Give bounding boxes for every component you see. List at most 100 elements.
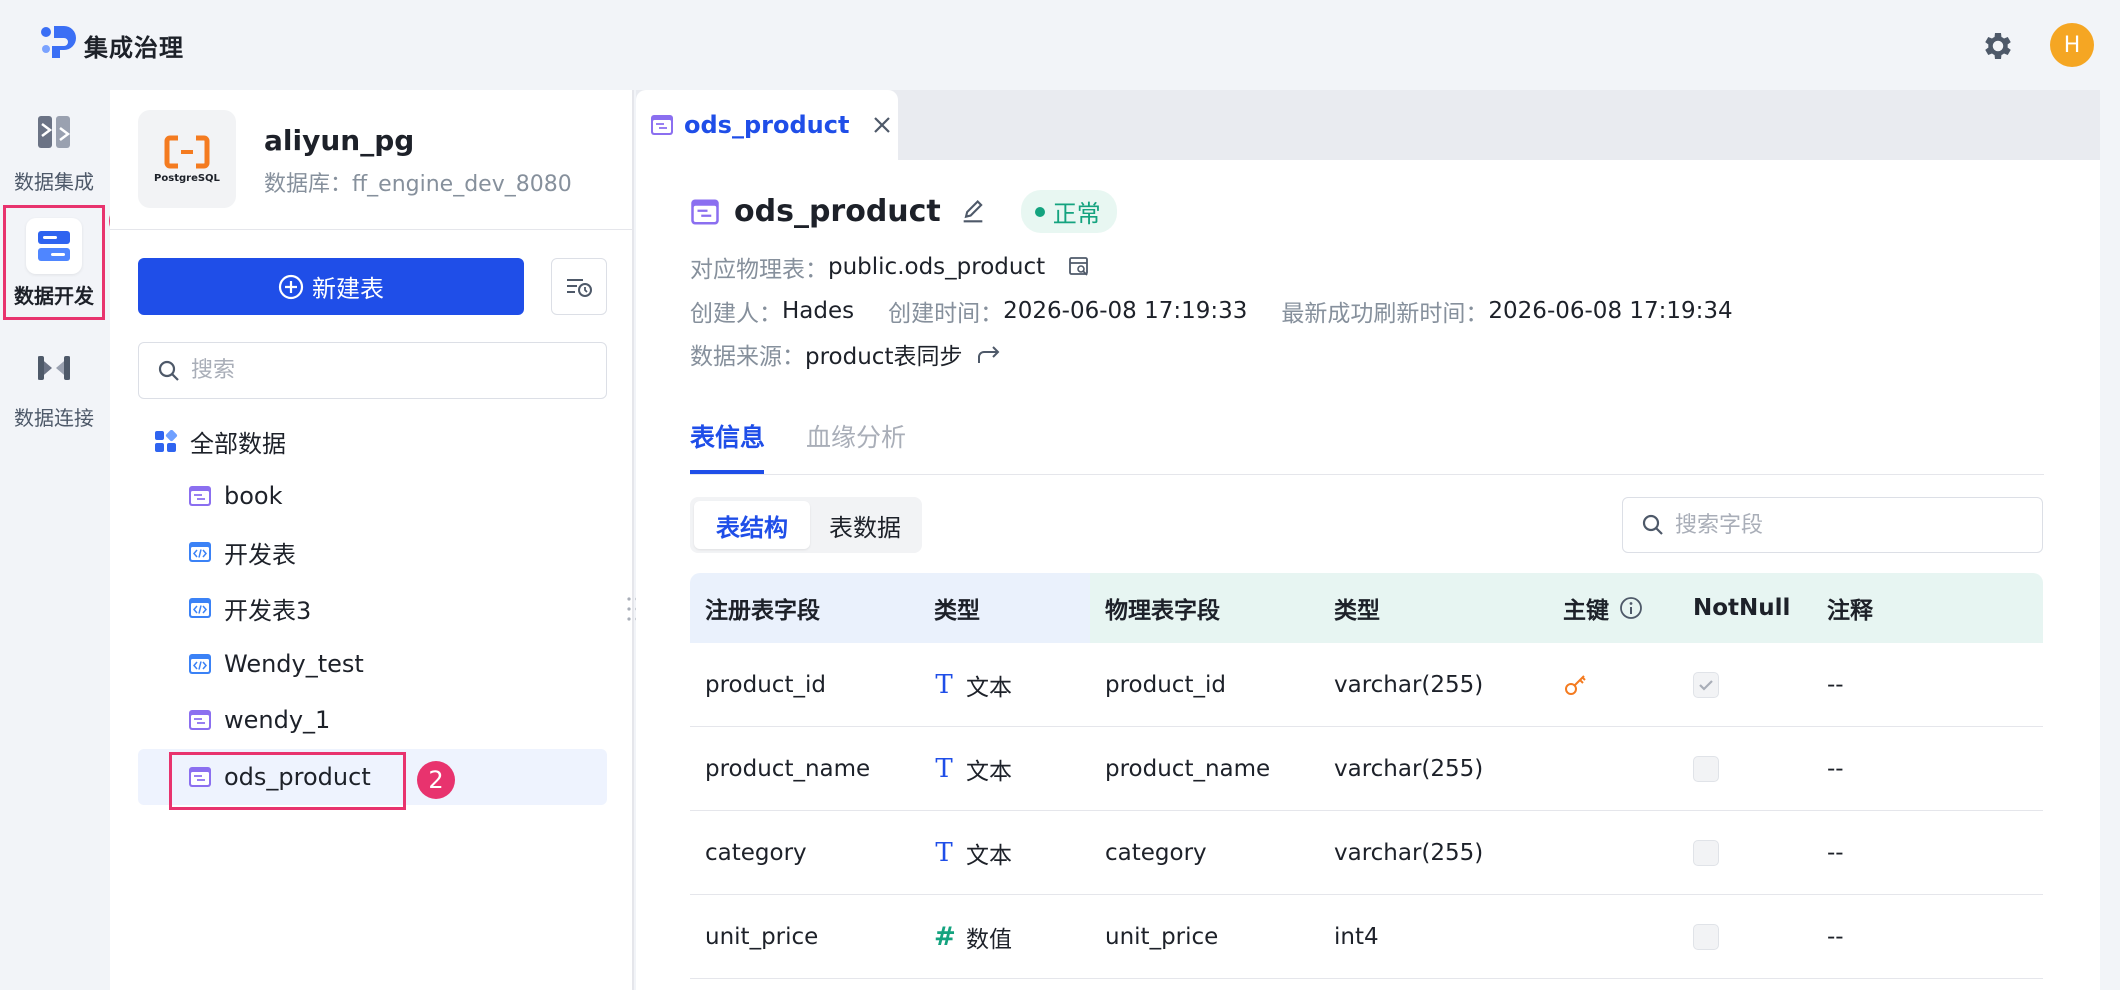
primary-key-icon bbox=[1565, 675, 1586, 695]
cell-primary-key bbox=[1548, 895, 1678, 979]
nav-label: 数据集成 bbox=[14, 170, 94, 194]
tab-table-info[interactable]: 表信息 bbox=[690, 418, 765, 454]
not-null-checkbox[interactable] bbox=[1693, 672, 1719, 698]
cell-not-null bbox=[1678, 727, 1812, 811]
cell-comment: -- bbox=[1827, 672, 1844, 698]
nav-item-data-integration[interactable]: 数据集成 bbox=[0, 104, 108, 195]
cell-primary-key bbox=[1548, 727, 1678, 811]
cell-type: T 文本 bbox=[919, 811, 1090, 895]
type-label: 数值 bbox=[966, 927, 1012, 953]
header-comment: 注释 bbox=[1812, 573, 2043, 643]
divider bbox=[110, 229, 634, 230]
sort-clock-icon bbox=[567, 278, 592, 297]
cell-comment: -- bbox=[1827, 924, 1844, 950]
tree-item-dev-table[interactable]: 开发表 bbox=[138, 524, 607, 580]
segment-table-structure[interactable]: 表结构 bbox=[694, 501, 810, 549]
edit-pencil-icon[interactable] bbox=[959, 198, 987, 226]
tree-item-label: 开发表 bbox=[224, 540, 296, 569]
tree-item-dev-table-3[interactable]: 开发表3 bbox=[138, 580, 607, 636]
not-null-checkbox[interactable] bbox=[1693, 840, 1719, 866]
source-key: 数据来源： bbox=[690, 344, 805, 370]
cell-not-null bbox=[1678, 643, 1812, 727]
datasource-name: aliyun_pg bbox=[264, 124, 415, 157]
physical-table-key: 对应物理表： bbox=[690, 257, 828, 283]
tree-root-all-data[interactable]: 全部数据 bbox=[154, 424, 286, 459]
type-label: 文本 bbox=[966, 759, 1012, 785]
nav-item-data-connection[interactable]: 数据连接 bbox=[0, 340, 108, 431]
cell-registered-field: product_id bbox=[705, 672, 826, 698]
close-icon[interactable] bbox=[871, 114, 893, 136]
cell-type: T 文本 bbox=[919, 727, 1090, 811]
tree-item-label: wendy_1 bbox=[224, 706, 331, 734]
settings-gear-icon[interactable] bbox=[1980, 28, 2016, 64]
cell-not-null bbox=[1678, 811, 1812, 895]
registered-table-icon bbox=[691, 199, 719, 224]
new-table-button[interactable]: 新建表 bbox=[138, 258, 524, 315]
header-not-null: NotNull bbox=[1678, 573, 1812, 643]
table-header: 注册表字段 类型 物理表字段 类型 主键 NotNull 注释 bbox=[690, 573, 2043, 643]
cell-not-null bbox=[1678, 895, 1812, 979]
search-icon bbox=[1642, 514, 1663, 535]
dev-table-icon bbox=[189, 598, 211, 618]
field-search-input[interactable] bbox=[1675, 512, 2015, 538]
sub-tab-divider bbox=[690, 474, 2044, 475]
source-value[interactable]: product表同步 bbox=[805, 337, 962, 371]
tree-item-book[interactable]: book bbox=[138, 468, 607, 524]
sort-history-button[interactable] bbox=[551, 258, 607, 315]
data-connection-icon bbox=[26, 340, 82, 396]
tree-search-field[interactable] bbox=[138, 342, 607, 399]
text-type-icon: T bbox=[935, 838, 953, 868]
dev-table-icon bbox=[189, 654, 211, 674]
cell-physical-type: varchar(255) bbox=[1334, 756, 1484, 782]
tree-item-label: 开发表3 bbox=[224, 596, 312, 625]
tree-item-wendy-test[interactable]: Wendy_test bbox=[138, 636, 607, 692]
header-physical-field: 物理表字段 bbox=[1090, 573, 1319, 643]
refresh-key: 最新成功刷新时间： bbox=[1281, 301, 1489, 327]
plus-circle-icon bbox=[278, 274, 304, 299]
datasource-database: 数据库：ff_engine_dev_8080 bbox=[264, 172, 572, 197]
field-search-box[interactable] bbox=[1622, 497, 2043, 553]
preview-table-icon[interactable] bbox=[1067, 255, 1091, 279]
physical-table-value: public.ods_product bbox=[828, 254, 1046, 280]
registered-table-icon bbox=[189, 710, 211, 730]
jump-link-arrow-icon[interactable] bbox=[976, 342, 1002, 366]
info-icon[interactable] bbox=[1619, 596, 1643, 620]
cell-registered-field: product_name bbox=[705, 756, 871, 782]
cell-physical-field: category bbox=[1105, 840, 1207, 866]
cell-physical-type: varchar(255) bbox=[1334, 840, 1484, 866]
created-key: 创建时间： bbox=[888, 301, 1004, 327]
registered-table-icon bbox=[189, 486, 211, 506]
tab-label: ods_product bbox=[684, 111, 850, 139]
type-label: 文本 bbox=[966, 843, 1012, 869]
cell-physical-type: int4 bbox=[1334, 924, 1379, 950]
header-primary-key-label: 主键 bbox=[1563, 598, 1609, 624]
active-tab-indicator bbox=[690, 470, 764, 474]
nav-highlight-box bbox=[3, 205, 105, 320]
tab-lineage-analysis[interactable]: 血缘分析 bbox=[806, 418, 906, 454]
header-registered-field: 注册表字段 bbox=[690, 573, 919, 643]
tree-highlight-box bbox=[169, 752, 406, 810]
app-logo-icon bbox=[41, 26, 76, 58]
cell-physical-field: unit_price bbox=[1105, 924, 1219, 950]
cell-physical-field: product_id bbox=[1105, 672, 1226, 698]
cell-comment: -- bbox=[1827, 840, 1844, 866]
text-type-icon: T bbox=[935, 754, 953, 784]
tree-item-label: Wendy_test bbox=[224, 650, 364, 678]
not-null-checkbox[interactable] bbox=[1693, 756, 1719, 782]
text-type-icon: T bbox=[935, 670, 953, 700]
user-avatar[interactable]: H bbox=[2050, 23, 2094, 67]
tree-search-input[interactable] bbox=[191, 358, 571, 383]
cell-registered-field: category bbox=[705, 840, 807, 866]
creation-info-row: 创建人： Hades 创建时间： 2026-06-08 17:19:33 最新成… bbox=[690, 294, 1733, 328]
table-row: product_name T 文本 product_name varchar(2… bbox=[690, 727, 2043, 811]
tab-ods-product[interactable]: ods_product bbox=[636, 90, 898, 160]
cell-comment: -- bbox=[1827, 756, 1844, 782]
tree-item-wendy-1[interactable]: wendy_1 bbox=[138, 692, 607, 748]
app-title: 集成治理 bbox=[84, 34, 184, 62]
not-null-checkbox[interactable] bbox=[1693, 924, 1719, 950]
data-integration-icon bbox=[26, 104, 82, 160]
cell-type: T 文本 bbox=[919, 643, 1090, 727]
tree-root-label: 全部数据 bbox=[190, 430, 286, 458]
segment-table-data[interactable]: 表数据 bbox=[812, 501, 918, 549]
scrollbar-track[interactable] bbox=[2100, 90, 2120, 990]
